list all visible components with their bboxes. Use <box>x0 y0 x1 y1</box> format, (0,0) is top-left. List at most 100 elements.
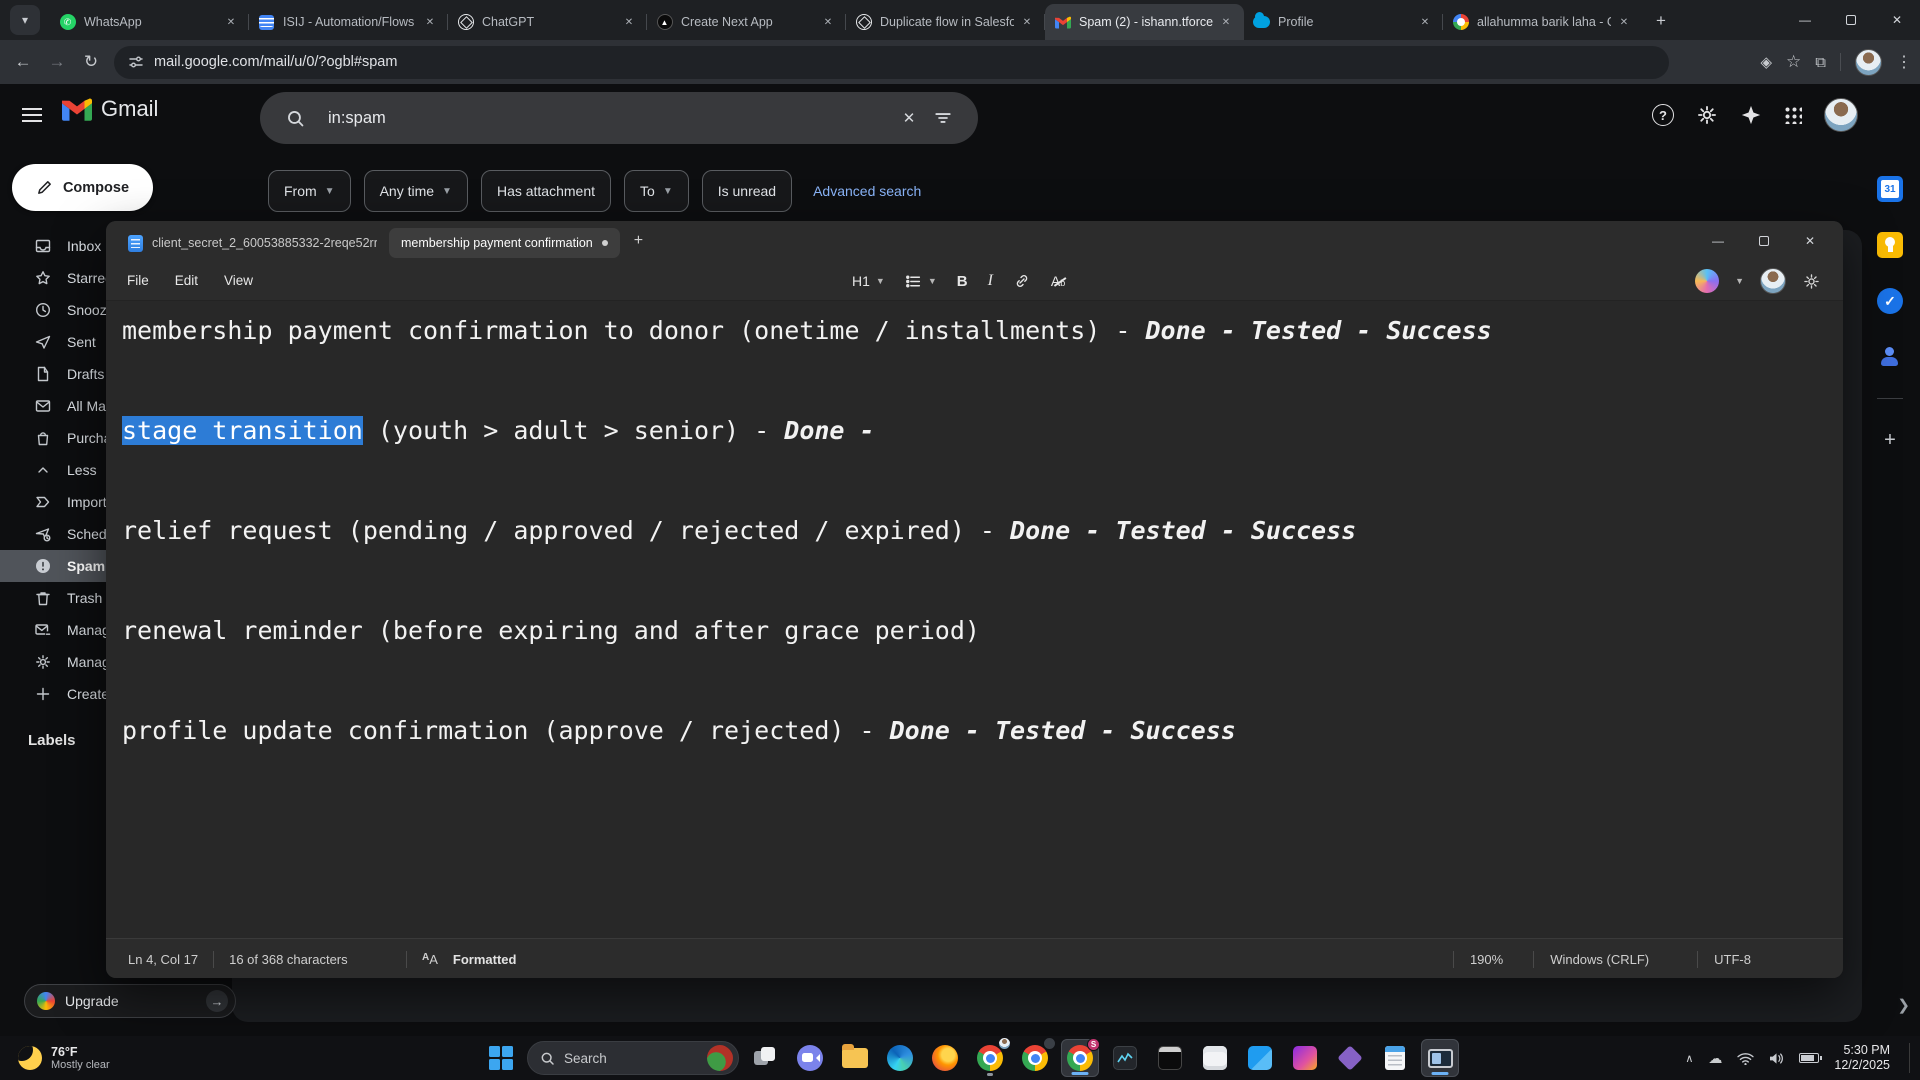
add-addon-icon[interactable]: + <box>1875 425 1905 455</box>
chevron-down-icon[interactable]: ▼ <box>1735 276 1744 286</box>
forward-icon[interactable]: → <box>40 45 74 79</box>
close-icon[interactable]: ✕ <box>421 13 439 31</box>
close-window-icon[interactable]: ✕ <box>1874 0 1920 40</box>
task-manager-app[interactable] <box>1106 1039 1144 1077</box>
chip-has-attachment[interactable]: Has attachment <box>481 170 611 212</box>
close-icon[interactable]: ✕ <box>1615 13 1633 31</box>
search-filter-icon[interactable] <box>926 101 960 135</box>
advanced-search-link[interactable]: Advanced search <box>813 183 921 199</box>
menu-file[interactable]: File <box>114 267 162 294</box>
contacts-icon[interactable] <box>1875 342 1905 372</box>
account-avatar[interactable] <box>1824 98 1858 132</box>
italic-button[interactable]: I <box>988 272 993 290</box>
battery-icon[interactable] <box>1799 1053 1819 1063</box>
volume-icon[interactable] <box>1769 1052 1784 1065</box>
close-icon[interactable]: ✕ <box>222 13 240 31</box>
tab-search-icon[interactable]: ▾ <box>10 5 40 35</box>
calendar-icon[interactable]: 31 <box>1875 174 1905 204</box>
browser-tab-chatgpt[interactable]: ChatGPT ✕ <box>448 4 647 40</box>
list-button[interactable]: ▼ <box>905 273 937 290</box>
taskbar-clock[interactable]: 5:30 PM 12/2/2025 <box>1834 1043 1890 1073</box>
firefox-app[interactable] <box>926 1039 964 1077</box>
terminal-app[interactable] <box>1151 1039 1189 1077</box>
browser-tab-profile[interactable]: Profile ✕ <box>1244 4 1443 40</box>
browser-tab-google-search[interactable]: allahumma barik laha - G ✕ <box>1443 4 1642 40</box>
gemini-sparkle-icon[interactable] <box>1740 104 1762 126</box>
close-icon[interactable]: ✕ <box>1416 13 1434 31</box>
browser-tab-isij[interactable]: ISIJ - Automation/Flows S ✕ <box>249 4 448 40</box>
close-icon[interactable]: ✕ <box>819 13 837 31</box>
browser-tab-whatsapp[interactable]: ✆ WhatsApp ✕ <box>50 4 249 40</box>
chip-to[interactable]: To▼ <box>624 170 689 212</box>
zoom-level[interactable]: 190% <box>1470 952 1503 967</box>
url-text[interactable]: mail.google.com/mail/u/0/?ogbl#spam <box>154 54 397 70</box>
chip-is-unread[interactable]: Is unread <box>702 170 792 212</box>
onedrive-cloud-icon[interactable]: ☁ <box>1708 1050 1722 1067</box>
taskbar-search[interactable]: Search <box>527 1041 739 1075</box>
close-icon[interactable]: ✕ <box>1217 13 1235 31</box>
weather-widget[interactable]: 76°F Mostly clear <box>10 1036 118 1080</box>
bold-button[interactable]: B <box>957 273 968 290</box>
chip-from[interactable]: From▼ <box>268 170 351 212</box>
restore-icon[interactable] <box>1828 0 1874 40</box>
side-panel-expand-icon[interactable]: ❯ <box>1897 996 1910 1014</box>
browser-tab-next-app[interactable]: ▲ Create Next App ✕ <box>647 4 846 40</box>
copilot-icon[interactable] <box>1695 269 1719 293</box>
notepad-editor[interactable]: membership payment confirmation to donor… <box>106 302 1843 938</box>
chrome-profile-1-app[interactable] <box>971 1039 1009 1077</box>
extensions-icon[interactable]: ⧉ <box>1815 54 1826 71</box>
show-desktop-button[interactable] <box>1909 1043 1912 1073</box>
gmail-search-bar[interactable]: ✕ <box>260 92 978 144</box>
wifi-icon[interactable] <box>1737 1052 1754 1065</box>
gmail-logo[interactable]: Gmail <box>62 96 158 122</box>
file-explorer-app[interactable] <box>836 1039 874 1077</box>
start-button[interactable] <box>482 1039 520 1077</box>
help-icon[interactable]: ? <box>1652 104 1674 126</box>
search-input[interactable] <box>326 108 892 129</box>
address-bar[interactable]: mail.google.com/mail/u/0/?ogbl#spam <box>114 46 1669 79</box>
task-view-button[interactable] <box>746 1039 784 1077</box>
notepad-tab-membership[interactable]: membership payment confirmation <box>389 228 620 258</box>
settings-gear-icon[interactable] <box>1696 104 1718 126</box>
apps-grid-icon[interactable] <box>1784 106 1802 124</box>
close-icon[interactable]: ✕ <box>1018 13 1036 31</box>
chrome-profile-3-app[interactable]: S <box>1061 1039 1099 1077</box>
hamburger-menu-icon[interactable] <box>22 108 42 122</box>
back-icon[interactable]: ← <box>6 45 40 79</box>
upgrade-button[interactable]: Upgrade → <box>24 984 236 1018</box>
notepad-minimize-icon[interactable]: — <box>1695 221 1741 261</box>
browser-tab-spam-active[interactable]: Spam (2) - ishann.tforce@ ✕ <box>1045 4 1244 40</box>
omnibox-action-icon[interactable]: ◈ <box>1760 53 1772 71</box>
notepad-account-avatar[interactable] <box>1760 268 1786 294</box>
pycharm-app[interactable] <box>1286 1039 1324 1077</box>
browser-profile-avatar[interactable] <box>1855 49 1882 76</box>
notepad-app[interactable] <box>1376 1039 1414 1077</box>
menu-edit[interactable]: Edit <box>162 267 211 294</box>
compose-button[interactable]: Compose <box>12 164 153 211</box>
link-button[interactable] <box>1013 272 1031 290</box>
close-icon[interactable]: ✕ <box>620 13 638 31</box>
minimize-icon[interactable]: — <box>1782 0 1828 40</box>
browser-tab-duplicate-flow[interactable]: Duplicate flow in Salesfor ✕ <box>846 4 1045 40</box>
tasks-icon[interactable]: ✓ <box>1875 286 1905 316</box>
notepad-new-tab-icon[interactable]: + <box>634 232 643 250</box>
edge-app[interactable] <box>881 1039 919 1077</box>
search-icon[interactable] <box>278 101 312 135</box>
keep-icon[interactable] <box>1875 230 1905 260</box>
notepad-close-icon[interactable]: ✕ <box>1787 221 1833 261</box>
notepad-maximize-icon[interactable] <box>1741 221 1787 261</box>
chip-any-time[interactable]: Any time▼ <box>364 170 468 212</box>
active-window-app[interactable] <box>1421 1039 1459 1077</box>
chat-app[interactable] <box>791 1039 829 1077</box>
clear-search-icon[interactable]: ✕ <box>892 101 926 135</box>
visual-studio-app[interactable] <box>1331 1039 1369 1077</box>
light-document-app[interactable] <box>1196 1039 1234 1077</box>
vscode-app[interactable] <box>1241 1039 1279 1077</box>
reload-icon[interactable]: ↻ <box>74 45 108 79</box>
notepad-settings-icon[interactable] <box>1802 272 1821 291</box>
new-tab-icon[interactable]: + <box>1646 6 1676 36</box>
menu-view[interactable]: View <box>211 267 266 294</box>
tray-expand-icon[interactable]: ∧ <box>1685 1052 1693 1065</box>
menu-kebab-icon[interactable]: ⋮ <box>1896 52 1912 72</box>
clear-format-button[interactable]: Ab <box>1051 273 1065 289</box>
